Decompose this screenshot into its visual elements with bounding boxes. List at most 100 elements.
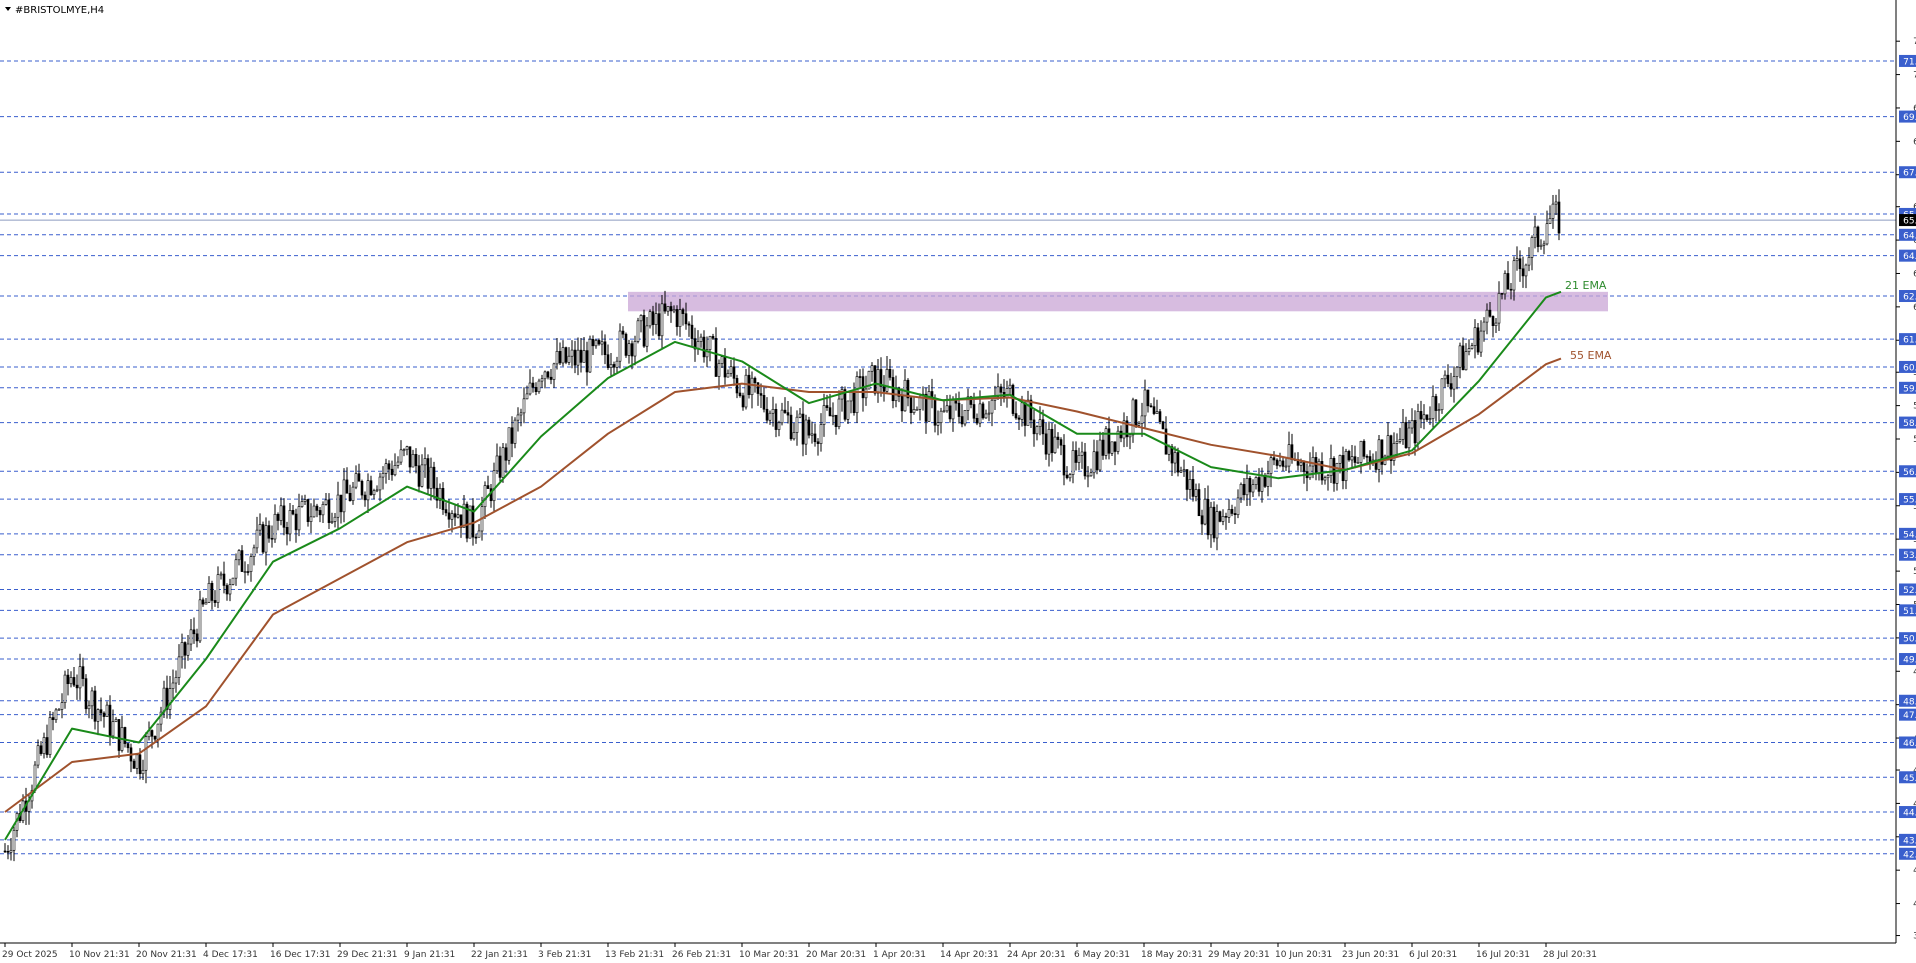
chart-background: [0, 0, 1916, 963]
candle-body: [72, 677, 76, 686]
candle-body: [1149, 405, 1153, 408]
price-level-label: 43.00: [1903, 836, 1916, 846]
candle-body: [582, 350, 586, 363]
candle-body: [1503, 273, 1507, 295]
candle-body: [1425, 414, 1429, 420]
price-level-label: 67.00: [1903, 169, 1916, 179]
candle-body: [612, 364, 616, 368]
candle-body: [729, 366, 733, 374]
resistance-zone-layer[interactable]: [628, 291, 1608, 312]
candle-body: [885, 368, 889, 392]
candle-body: [354, 473, 358, 488]
candle-body: [1158, 411, 1162, 423]
candle-body: [1200, 515, 1204, 525]
candle-body: [180, 642, 184, 658]
candle-body: [774, 409, 778, 430]
candle-body: [1071, 450, 1075, 475]
candle-body: [99, 709, 103, 714]
candle-body: [141, 769, 145, 775]
candle-body: [639, 315, 643, 322]
candle-body: [642, 315, 646, 347]
candle-body: [792, 432, 796, 440]
candle-body: [309, 516, 313, 522]
candle-body: [1557, 201, 1561, 234]
candle-body: [450, 513, 454, 520]
candle-body: [1428, 418, 1432, 420]
candle-body: [1308, 465, 1312, 479]
chart-title: #BRISTOLMYE,H4: [15, 5, 104, 16]
candle-body: [1059, 439, 1063, 446]
resistance-zone[interactable]: [628, 291, 1608, 312]
candle-body: [1053, 436, 1057, 454]
candle-body: [804, 419, 808, 445]
candle-body: [525, 393, 529, 400]
candle-body: [825, 405, 829, 408]
candle-body: [945, 405, 949, 412]
candle-body: [933, 397, 937, 426]
candle-body: [1035, 426, 1039, 435]
candle-body: [1533, 226, 1537, 238]
candle-body: [387, 463, 391, 470]
price-level-label: 50.25: [1903, 635, 1916, 645]
x-tick-label: 14 Apr 20:31: [940, 950, 999, 960]
candle-body: [228, 584, 232, 595]
candle-body: [54, 709, 58, 721]
candle-body: [1011, 384, 1015, 414]
candle-body: [282, 505, 286, 528]
candle-body: [1056, 436, 1060, 440]
candle-body: [1476, 327, 1480, 353]
x-tick-label: 10 Nov 21:31: [69, 950, 130, 960]
x-tick-label: 6 Jul 20:31: [1409, 950, 1457, 960]
candle-body: [1437, 409, 1441, 412]
candle-body: [597, 340, 601, 345]
candle-body: [555, 351, 559, 365]
candle-body: [1047, 428, 1051, 455]
candle-body: [1017, 417, 1021, 420]
candle-body: [981, 403, 985, 419]
candle-body: [504, 447, 508, 461]
candle-body: [762, 395, 766, 410]
candle-body: [201, 599, 205, 605]
candle-body: [1134, 399, 1138, 426]
candle-body: [1299, 462, 1303, 466]
candle-body: [399, 449, 403, 463]
x-tick-label: 24 Apr 20:31: [1007, 950, 1066, 960]
ema21-label: 21 EMA: [1565, 279, 1607, 292]
candle-body: [1272, 457, 1276, 461]
candle-body: [1359, 440, 1363, 463]
candle-body: [726, 373, 730, 378]
candle-body: [1467, 348, 1471, 352]
candle-body: [681, 309, 685, 314]
candle-body: [768, 412, 772, 421]
candle-body: [570, 349, 574, 357]
candle-body: [264, 525, 268, 553]
candle-body: [711, 336, 715, 339]
price-level-label: 53.25: [1903, 551, 1916, 561]
candle-body: [1278, 460, 1282, 466]
candle-body: [723, 356, 727, 378]
candle-body: [891, 377, 895, 402]
candle-body: [1446, 374, 1450, 384]
candle-body: [1044, 433, 1048, 455]
candle-body: [1065, 474, 1069, 479]
candle-body: [1230, 509, 1234, 514]
candle-body: [285, 527, 289, 535]
candle-body: [1188, 479, 1192, 490]
candle-body: [1218, 511, 1222, 522]
candle-body: [783, 409, 787, 413]
candle-body: [198, 599, 202, 642]
candle-body: [1482, 321, 1486, 332]
candle-body: [801, 413, 805, 445]
x-tick-label: 20 Nov 21:31: [136, 950, 197, 960]
candle-body: [1041, 419, 1045, 435]
candle-body: [579, 349, 583, 363]
chart-window[interactable]: 71.7170.5169.3168.1166.9165.7664.5663.36…: [0, 0, 1916, 963]
candle-body: [627, 343, 631, 356]
candle-body: [105, 704, 109, 717]
candle-body: [1452, 376, 1456, 390]
candle-body: [429, 466, 433, 489]
candle-body: [39, 745, 43, 754]
candle-body: [915, 408, 919, 411]
candle-body: [237, 550, 241, 561]
candle-body: [1485, 309, 1489, 323]
